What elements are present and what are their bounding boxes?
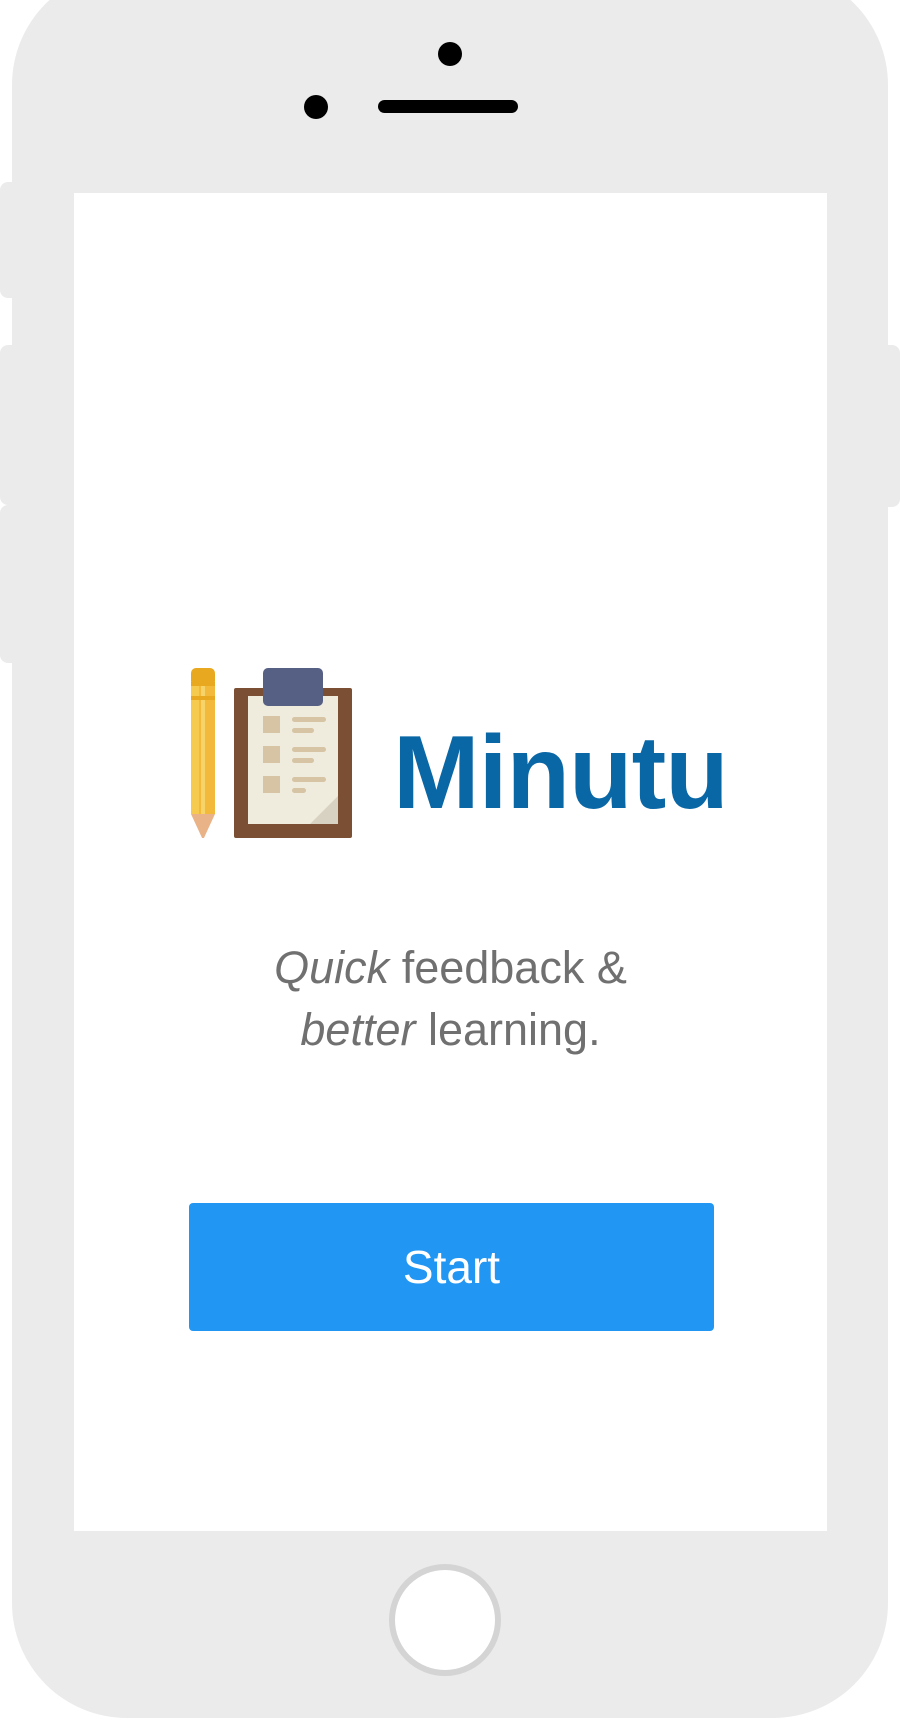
proximity-sensor — [304, 95, 328, 119]
earpiece-speaker — [378, 100, 518, 113]
app-name: Minutu — [393, 715, 729, 831]
tagline-emphasis-quick: Quick — [274, 942, 390, 993]
tagline-text-2: learning. — [415, 1004, 601, 1055]
start-button[interactable]: Start — [189, 1203, 714, 1331]
clipboard-icon — [234, 668, 352, 838]
tagline-line-2: better learning. — [74, 999, 827, 1061]
tagline: Quick feedback & better learning. — [74, 937, 827, 1061]
power-button — [876, 345, 900, 507]
pencil-icon — [191, 668, 215, 838]
home-button[interactable] — [389, 1564, 501, 1676]
tagline-text-1: feedback & — [389, 942, 627, 993]
tagline-emphasis-better: better — [300, 1004, 416, 1055]
app-logo: Minutu — [190, 668, 729, 838]
front-camera — [438, 42, 462, 66]
volume-up-button — [0, 345, 24, 505]
mute-switch — [0, 182, 24, 298]
volume-down-button — [0, 505, 24, 663]
tagline-line-1: Quick feedback & — [74, 937, 827, 999]
